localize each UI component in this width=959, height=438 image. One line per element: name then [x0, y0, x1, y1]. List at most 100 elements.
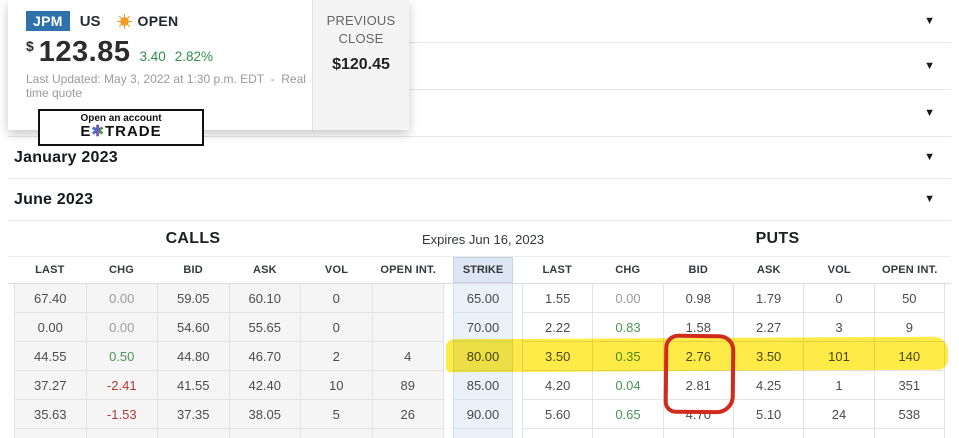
calls-cells: 67.40 0.00 59.05 60.10 0: [14, 284, 444, 313]
previous-close-value: $120.45: [332, 56, 390, 74]
last-updated-text: Last Updated: May 3, 2022 at 1:30 p.m. E…: [26, 72, 264, 86]
calls-ask-cell: 46.70: [229, 342, 301, 371]
column-header-openint: OPEN INT.: [881, 264, 938, 276]
calls-cells: 0.00 0.00 54.60 55.65 0: [14, 313, 444, 342]
calls-chg-cell: -1.53: [86, 400, 158, 429]
calls-last-cell: 37.27: [14, 371, 87, 400]
calls-open_int-cell: 4: [372, 342, 444, 371]
puts-cells: 2.22 0.83 1.58 2.27 3 9: [522, 313, 945, 342]
calls-cells: [14, 429, 444, 438]
column-header-bid: BID: [688, 264, 709, 276]
chevron-down-icon[interactable]: ▼: [924, 60, 935, 72]
table-body: 67.40 0.00 59.05 60.10 0 65.00 1.55 0.00 0.98 1.7…: [8, 284, 951, 438]
calls-vol-cell: 0: [301, 313, 373, 342]
puts-vol-cell: 3: [804, 313, 875, 342]
option-row: [8, 429, 951, 438]
calls-vol-cell: 10: [301, 371, 373, 400]
puts-cells: 1.55 0.00 0.98 1.79 0 50: [522, 284, 945, 313]
calls-bid-cell: [158, 429, 230, 438]
separator: -: [270, 72, 275, 86]
calls-bid-cell: 59.05: [158, 284, 230, 313]
currency-symbol: $: [26, 38, 34, 54]
expiration-row-june-2023[interactable]: June 2023 ▼: [8, 179, 951, 221]
price-change: 3.40: [139, 49, 166, 64]
etrade-star-icon: ✱: [91, 123, 105, 140]
etrade-open-account-button[interactable]: Open an account E✱TRADE: [38, 109, 204, 146]
ticker-badge: JPM: [26, 11, 70, 31]
calls-chg-cell: 0.50: [86, 342, 158, 371]
quote-main: JPM US OPEN $ 123.85 3.40 2.82% Last Upd…: [8, 0, 312, 146]
calls-last-cell: 0.00: [14, 313, 87, 342]
calls-ask-cell: 42.40: [229, 371, 301, 400]
puts-vol-cell: 0: [804, 284, 875, 313]
option-row: 44.55 0.50 44.80 46.70 2 4 80.00 3.50 0.35 2.76 3.…: [8, 342, 951, 371]
calls-cells: 37.27 -2.41 41.55 42.40 10 89: [14, 371, 444, 400]
puts-last-cell: 2.22: [522, 313, 594, 342]
calls-ask-cell: 55.65: [229, 313, 301, 342]
last-price: 123.85: [38, 36, 131, 68]
calls-chg-cell: 0.00: [86, 284, 158, 313]
puts-vol-cell: 101: [804, 342, 875, 371]
puts-bid-cell: 4.70: [663, 400, 734, 429]
puts-last-cell: 5.60: [522, 400, 594, 429]
calls-bid-cell: 37.35: [158, 400, 230, 429]
calls-section-label: CALLS: [165, 230, 221, 247]
strike-cell: 65.00: [453, 284, 513, 313]
etrade-logo: E✱TRADE: [80, 123, 162, 140]
puts-section-label: PUTS: [755, 230, 800, 247]
puts-open_int-cell: 9: [874, 313, 945, 342]
calls-open_int-cell: 89: [372, 371, 444, 400]
column-header-last: LAST: [542, 264, 573, 276]
calls-chg-cell: -2.41: [86, 371, 158, 400]
puts-bid-cell: 1.58: [663, 313, 734, 342]
strike-cell: 90.00: [453, 400, 513, 429]
last-updated-line: Last Updated: May 3, 2022 at 1:30 p.m. E…: [26, 72, 312, 100]
strike-cell: 80.00: [453, 342, 513, 371]
puts-chg-cell: 0.00: [593, 284, 664, 313]
option-row: 37.27 -2.41 41.55 42.40 10 89 85.00 4.20 0.04 2.8…: [8, 371, 951, 400]
expiry-date-label: Expires Jun 16, 2023: [421, 231, 545, 247]
calls-last-cell: 67.40: [14, 284, 87, 313]
puts-last-cell: 3.50: [522, 342, 594, 371]
puts-cells: 5.60 0.65 4.70 5.10 24 538: [522, 400, 945, 429]
strike-cell: 70.00: [453, 313, 513, 342]
column-header-chg: CHG: [108, 264, 135, 276]
puts-vol-cell: [804, 429, 875, 438]
expiration-label: January 2023: [14, 148, 118, 166]
puts-chg-cell: [593, 429, 664, 438]
calls-open_int-cell: [372, 284, 444, 313]
chevron-down-icon[interactable]: ▼: [924, 152, 935, 163]
chevron-down-icon[interactable]: ▼: [924, 107, 935, 119]
puts-ask-cell: 3.50: [733, 342, 805, 371]
column-header-vol: VOL: [324, 264, 349, 276]
market-open-sun-icon: [116, 13, 132, 29]
puts-bid-cell: [663, 429, 734, 438]
strike-column-header: STRIKE: [453, 257, 513, 283]
puts-ask-cell: 4.25: [733, 371, 805, 400]
puts-open_int-cell: 351: [874, 371, 945, 400]
column-header-row: LAST CHG BID ASK VOL OPEN INT. STRIKE LAST CHG BI…: [8, 257, 951, 284]
previous-close-label: PREVIOUS CLOSE: [326, 13, 396, 47]
market-status-label: OPEN: [137, 13, 179, 29]
column-header-openint: OPEN INT.: [380, 264, 436, 276]
strike-cell: 85.00: [453, 371, 513, 400]
puts-ask-cell: [733, 429, 805, 438]
puts-last-cell: 1.55: [522, 284, 594, 313]
puts-chg-cell: 0.65: [593, 400, 664, 429]
calls-cells: 44.55 0.50 44.80 46.70 2 4: [14, 342, 444, 371]
puts-open_int-cell: [874, 429, 945, 438]
chevron-down-icon[interactable]: ▼: [924, 194, 935, 205]
calls-vol-cell: 2: [301, 342, 373, 371]
chevron-down-icon[interactable]: ▼: [924, 15, 935, 27]
calls-bid-cell: 44.80: [158, 342, 230, 371]
